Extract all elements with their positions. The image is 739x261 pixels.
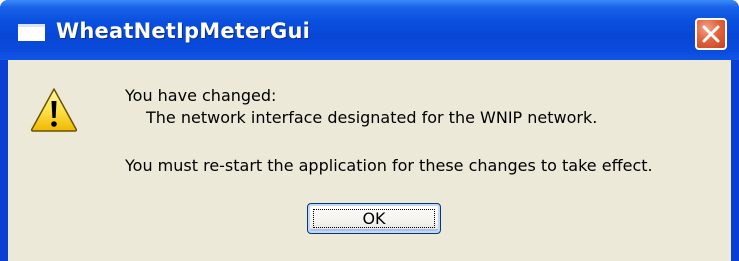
close-x-icon [702, 25, 720, 43]
window-app-icon [18, 24, 45, 41]
message-line-3: You must re-start the application for th… [125, 156, 653, 175]
dialog-window: WheatNetIpMeterGui You have changed: The… [0, 0, 739, 261]
warning-icon [30, 87, 78, 138]
message-line-2: The network interface designated for the… [146, 108, 598, 127]
message-line-1: You have changed: [125, 86, 277, 105]
window-title: WheatNetIpMeterGui [56, 19, 311, 43]
ok-button-label: OK [362, 209, 386, 228]
title-bar[interactable]: WheatNetIpMeterGui [0, 0, 739, 60]
close-button[interactable] [695, 18, 727, 50]
ok-button[interactable]: OK [307, 203, 441, 234]
dialog-body: You have changed: The network interface … [8, 60, 731, 261]
